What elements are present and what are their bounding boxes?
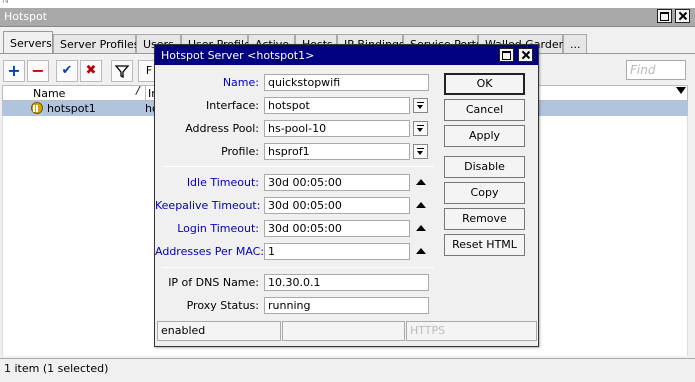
dialog-titlebar[interactable]: Hotspot Server <hotspot1> — [155, 45, 538, 65]
ip-of-dns-name-field: 10.30.0.1 — [264, 274, 429, 291]
filter-button[interactable] — [111, 60, 133, 82]
tab-server-profiles[interactable]: Server Profiles — [53, 34, 140, 53]
tab-more[interactable]: ... — [563, 34, 587, 53]
disable-button[interactable]: ✖ — [80, 60, 102, 82]
address-pool-label: Address Pool: — [185, 122, 259, 135]
background-window-text: N — [2, 0, 9, 6]
dialog-status-middle — [282, 321, 405, 341]
interface-label: Interface: — [206, 99, 259, 112]
keepalive-timeout-label: Keepalive Timeout: — [155, 199, 261, 212]
hotspot-server-dialog: Hotspot Server <hotspot1> Name: quicksto… — [154, 44, 539, 347]
addresses-per-mac-collapse-icon[interactable] — [416, 248, 426, 254]
dialog-status-enabled: enabled — [157, 321, 281, 341]
item-count: 1 item (1 selected) — [4, 362, 109, 375]
ok-button[interactable]: OK — [444, 73, 525, 95]
column-name[interactable]: Name — [33, 87, 65, 100]
ip-of-dns-name-label: IP of DNS Name: — [168, 276, 259, 289]
row-name: hotspot1 — [47, 102, 96, 115]
login-timeout-collapse-icon[interactable] — [416, 225, 426, 231]
login-timeout-label: Login Timeout: — [177, 222, 259, 235]
idle-timeout-label: Idle Timeout: — [186, 176, 259, 189]
disable-button[interactable]: Disable — [444, 156, 525, 178]
tab-servers[interactable]: Servers — [3, 31, 53, 54]
close-icon[interactable] — [675, 9, 690, 23]
reset-html-button[interactable]: Reset HTML — [444, 234, 525, 256]
window-statusbar: 1 item (1 selected) — [0, 358, 695, 382]
add-button[interactable]: + — [3, 60, 25, 82]
address-pool-select[interactable]: hs-pool-10 — [264, 120, 410, 137]
find-input[interactable]: Find — [626, 60, 686, 80]
keepalive-timeout-field[interactable]: 30d 00:05:00 — [264, 197, 410, 214]
interface-select[interactable]: hotspot — [264, 97, 410, 114]
dialog-title: Hotspot Server <hotspot1> — [161, 49, 315, 62]
window-titlebar[interactable]: Hotspot — [0, 8, 695, 27]
interface-dropdown-icon[interactable] — [413, 98, 428, 113]
reset-counters-label: F — [145, 64, 153, 77]
remove-button[interactable]: Remove — [444, 208, 525, 230]
idle-timeout-field[interactable]: 30d 00:05:00 — [264, 174, 410, 191]
profile-dropdown-icon[interactable] — [413, 144, 428, 159]
profile-label: Profile: — [221, 145, 259, 158]
login-timeout-field[interactable]: 30d 00:05:00 — [264, 220, 410, 237]
column-separator[interactable] — [145, 86, 146, 100]
close-icon[interactable] — [518, 48, 533, 62]
enable-button[interactable]: ✔ — [56, 60, 78, 82]
keepalive-timeout-collapse-icon[interactable] — [416, 202, 426, 208]
addresses-per-mac-field[interactable]: 1 — [264, 243, 410, 260]
copy-button[interactable]: Copy — [444, 182, 525, 204]
window-title: Hotspot — [4, 10, 48, 23]
filter-icon — [114, 65, 130, 79]
dialog-status-https: HTTPS — [406, 321, 537, 341]
background-window-strip: N — [0, 0, 695, 8]
x-icon: ✖ — [85, 63, 97, 78]
cancel-button[interactable]: Cancel — [444, 99, 525, 121]
check-icon: ✔ — [61, 63, 73, 78]
profile-select[interactable]: hsprof1 — [264, 143, 410, 160]
apply-button[interactable]: Apply — [444, 125, 525, 147]
name-label: Name: — [222, 76, 259, 89]
maximize-icon[interactable] — [499, 48, 514, 62]
hotspot-server-icon — [31, 102, 43, 114]
proxy-status-label: Proxy Status: — [186, 299, 259, 312]
section-divider — [163, 166, 434, 167]
proxy-status-field: running — [264, 297, 429, 314]
address-pool-dropdown-icon[interactable] — [413, 121, 428, 136]
minus-icon: − — [31, 61, 45, 80]
name-field[interactable]: quickstopwifi — [264, 74, 429, 91]
plus-icon: + — [7, 61, 21, 80]
addresses-per-mac-label: Addresses Per MAC: — [155, 245, 265, 258]
section-divider — [163, 267, 434, 268]
remove-button[interactable]: − — [27, 60, 49, 82]
maximize-icon[interactable] — [657, 9, 672, 23]
idle-timeout-collapse-icon[interactable] — [416, 179, 426, 185]
sort-indicator-icon: / — [136, 84, 140, 97]
columns-menu-icon[interactable] — [676, 87, 686, 94]
